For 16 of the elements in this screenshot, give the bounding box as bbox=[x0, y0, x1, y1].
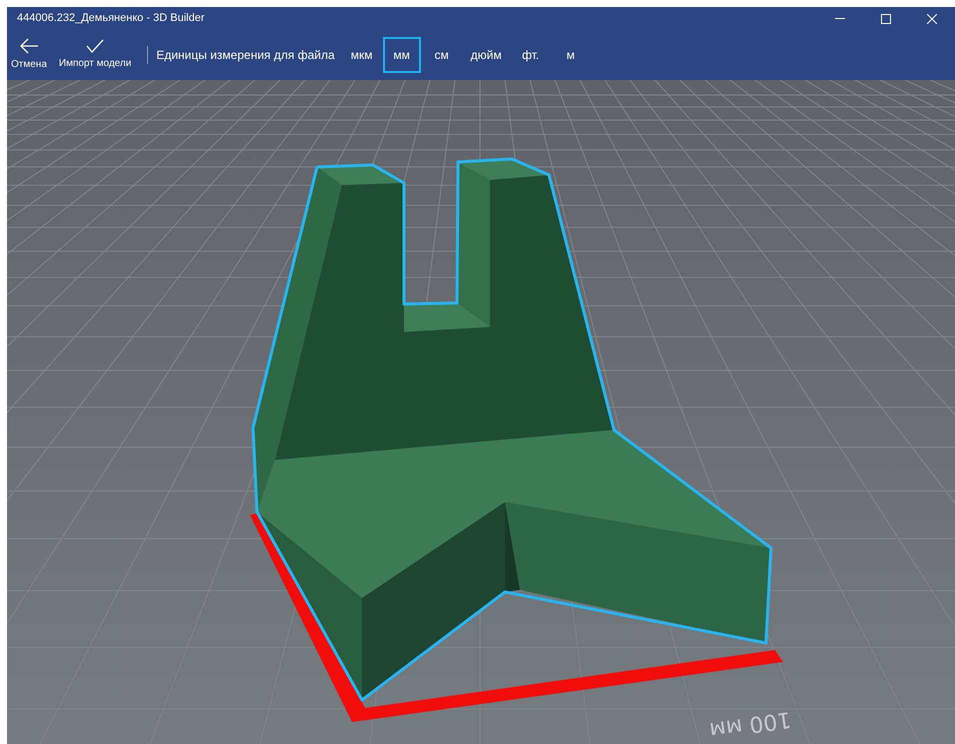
unit-option[interactable]: см bbox=[422, 37, 461, 73]
back-arrow-icon bbox=[18, 38, 39, 54]
close-icon bbox=[927, 14, 937, 24]
toolbar-button[interactable]: Отмена bbox=[7, 30, 51, 80]
unit-option[interactable]: фт. bbox=[512, 37, 550, 73]
window-title: 444006.232_Демьяненко - 3D Builder bbox=[17, 11, 205, 26]
scale-label: 100 мм bbox=[708, 706, 793, 742]
units-label: Единицы измерения для файла bbox=[156, 47, 335, 64]
unit-option[interactable]: мкм bbox=[342, 37, 381, 73]
minimize-icon bbox=[835, 18, 845, 19]
unit-option[interactable]: дюйм bbox=[462, 37, 510, 73]
checkmark-icon bbox=[86, 39, 104, 53]
unit-option[interactable]: м bbox=[552, 37, 590, 73]
unit-option[interactable]: мм bbox=[382, 37, 421, 73]
toolbar-button[interactable]: Импорт модели bbox=[54, 30, 136, 80]
maximize-icon bbox=[881, 14, 891, 24]
